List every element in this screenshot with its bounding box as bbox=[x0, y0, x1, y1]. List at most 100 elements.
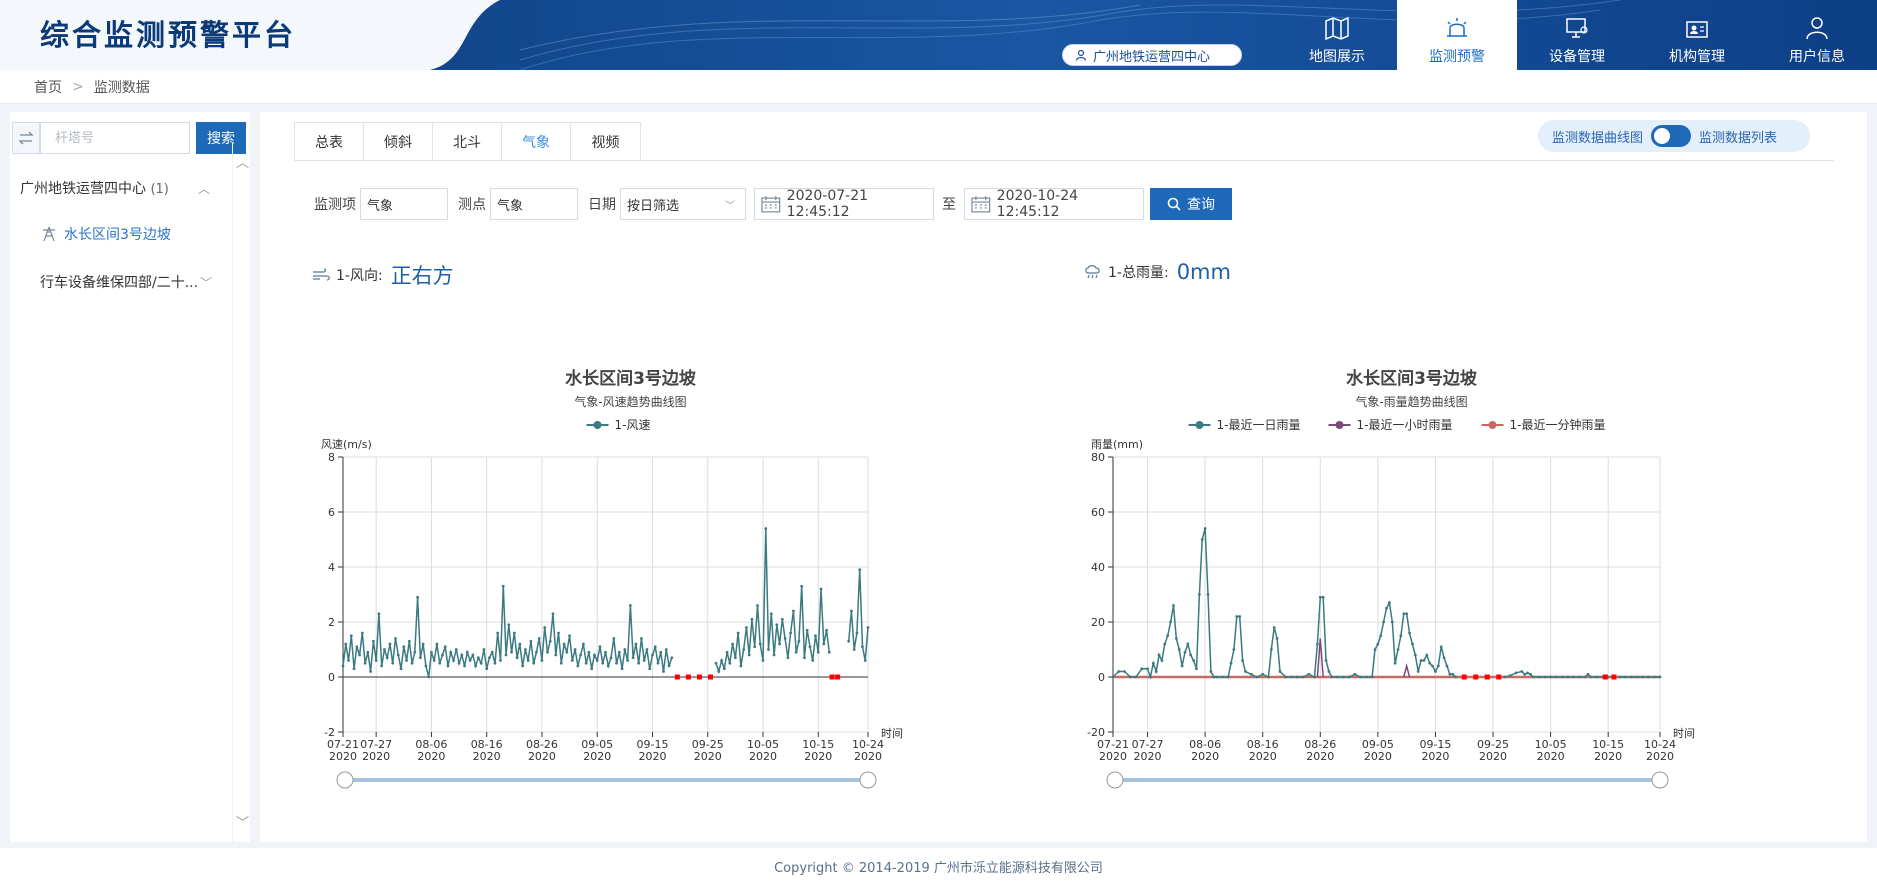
data-point bbox=[366, 650, 370, 654]
data-point bbox=[521, 664, 525, 668]
tab-video[interactable]: 视频 bbox=[571, 123, 640, 161]
start-date-value: 2020-07-21 12:45:12 bbox=[786, 188, 869, 220]
x-tick-year: 2020 bbox=[362, 750, 390, 763]
nav-device[interactable]: 设备管理 bbox=[1517, 0, 1637, 70]
wind-chart-svg: 水长区间3号边坡气象-风速趋势曲线图1-风速风速(m/s)时间-20246807… bbox=[321, 368, 903, 789]
data-point bbox=[1382, 620, 1386, 624]
start-date-input[interactable]: 2020-07-21 12:45:12 bbox=[754, 188, 934, 220]
data-point bbox=[1373, 648, 1377, 651]
y-axis-label: 雨量(mm) bbox=[1091, 438, 1143, 451]
tab-tilt[interactable]: 倾斜 bbox=[364, 123, 433, 161]
data-point bbox=[454, 648, 458, 651]
item-select[interactable]: 气象 bbox=[360, 188, 448, 220]
x-tick-year: 2020 bbox=[854, 750, 882, 763]
data-point bbox=[733, 656, 737, 660]
data-point bbox=[615, 661, 618, 665]
nav-monitor-label: 监测预警 bbox=[1429, 49, 1485, 65]
data-point bbox=[825, 628, 828, 632]
chevron-down-icon[interactable]: ﹀ bbox=[200, 274, 212, 291]
org-name: 广州地铁运营四中心 bbox=[1093, 49, 1211, 65]
data-point bbox=[584, 661, 588, 665]
toggle-curve-label[interactable]: 监测数据曲线图 bbox=[1552, 127, 1643, 146]
data-point bbox=[463, 664, 466, 668]
data-point bbox=[1324, 659, 1328, 662]
data-point bbox=[568, 634, 571, 638]
data-point bbox=[565, 650, 569, 654]
data-point bbox=[460, 653, 464, 657]
end-date-value: 2020-10-24 12:45:12 bbox=[996, 188, 1079, 220]
data-point bbox=[805, 628, 809, 632]
legend-label: 1-最近一日雨量 bbox=[1217, 418, 1301, 432]
user-icon bbox=[1075, 49, 1087, 61]
nav-map[interactable]: 地图展示 bbox=[1277, 0, 1397, 70]
data-point bbox=[645, 648, 649, 651]
data-point bbox=[739, 664, 743, 668]
date-mode-value: 按日筛选 bbox=[627, 198, 680, 214]
data-point bbox=[518, 642, 522, 646]
sidebar-scrollbar[interactable] bbox=[232, 142, 250, 842]
data-point bbox=[1244, 670, 1247, 673]
tower-search-input[interactable] bbox=[40, 122, 190, 154]
data-point bbox=[761, 659, 765, 662]
data-point bbox=[1117, 670, 1121, 673]
missing-data-marker bbox=[674, 674, 680, 680]
scroll-up-icon[interactable]: ︿ bbox=[236, 152, 249, 171]
data-point bbox=[529, 639, 533, 643]
breadcrumb-home[interactable]: 首页 bbox=[34, 77, 62, 97]
data-point bbox=[722, 667, 726, 671]
data-point bbox=[1140, 667, 1144, 671]
view-switch[interactable] bbox=[1651, 125, 1692, 147]
data-point bbox=[1111, 675, 1115, 679]
data-point bbox=[360, 631, 364, 635]
nav-org[interactable]: 机构管理 bbox=[1637, 0, 1757, 70]
legend-item: 1-最近一分钟雨量 bbox=[1481, 417, 1605, 432]
data-point bbox=[576, 664, 580, 668]
data-point bbox=[1624, 675, 1627, 679]
chevron-down-icon: ﹀ bbox=[725, 200, 735, 212]
data-point bbox=[814, 634, 817, 638]
data-point bbox=[526, 659, 530, 662]
data-point bbox=[410, 661, 414, 665]
end-date-input[interactable]: 2020-10-24 12:45:12 bbox=[964, 188, 1144, 220]
x-tick-year: 2020 bbox=[1646, 750, 1674, 763]
data-point bbox=[653, 645, 657, 649]
missing-data-marker bbox=[696, 674, 702, 680]
tree-sub-node[interactable]: 行车设备维保四部/二十... bbox=[40, 272, 198, 292]
data-point bbox=[427, 675, 431, 679]
data-point bbox=[1192, 659, 1196, 662]
chevron-up-icon[interactable]: ︿ bbox=[198, 180, 210, 197]
y-tick-label: 20 bbox=[1091, 616, 1105, 629]
swap-button[interactable] bbox=[12, 122, 40, 154]
data-point bbox=[532, 661, 536, 665]
tab-summary[interactable]: 总表 bbox=[295, 123, 364, 161]
point-select[interactable]: 气象 bbox=[490, 188, 578, 220]
date-mode-select[interactable]: 按日筛选 ﹀ bbox=[620, 188, 746, 220]
data-point bbox=[756, 604, 759, 607]
tree-leaf-node[interactable]: 水长区间3号边坡 bbox=[42, 224, 171, 244]
tab-beidou[interactable]: 北斗 bbox=[433, 123, 502, 161]
calendar-icon bbox=[761, 196, 781, 213]
nav-user[interactable]: 用户信息 bbox=[1757, 0, 1877, 70]
data-point bbox=[808, 645, 812, 649]
query-button[interactable]: 查询 bbox=[1150, 188, 1232, 220]
x-tick-year: 2020 bbox=[1099, 750, 1127, 763]
tab-weather[interactable]: 气象 bbox=[502, 123, 571, 161]
org-icon bbox=[1686, 21, 1708, 38]
data-point bbox=[1583, 675, 1587, 679]
scroll-down-icon[interactable]: ﹀ bbox=[236, 812, 249, 831]
x-tick-year: 2020 bbox=[1249, 750, 1277, 763]
series-spike bbox=[1403, 663, 1411, 678]
toggle-list-label[interactable]: 监测数据列表 bbox=[1699, 127, 1777, 146]
data-point bbox=[772, 653, 776, 657]
tree-root-count: (1) bbox=[150, 182, 169, 197]
org-selector[interactable]: 广州地铁运营四中心 bbox=[1062, 44, 1242, 66]
nav-monitor[interactable]: 监测预警 bbox=[1397, 0, 1517, 70]
data-point bbox=[1577, 675, 1581, 679]
wind-direction-label: 1-风向: bbox=[336, 268, 383, 284]
sidebar: 搜索 广州地铁运营四中心 (1) ︿ 水长区间3号边坡 行车设备维保四部/二十.… bbox=[10, 112, 250, 842]
data-point bbox=[1454, 675, 1457, 679]
tree-root-node[interactable]: 广州地铁运营四中心 (1) bbox=[20, 178, 169, 198]
data-point bbox=[1353, 672, 1357, 676]
data-point bbox=[1221, 675, 1224, 679]
data-point bbox=[1658, 675, 1662, 679]
